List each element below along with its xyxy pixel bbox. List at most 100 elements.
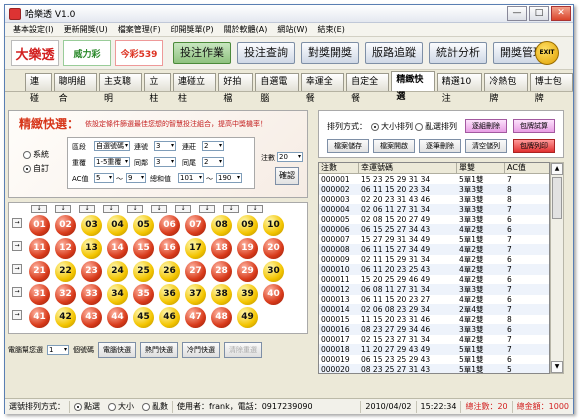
lotto-ball[interactable]: 01 bbox=[29, 215, 50, 236]
lotto-ball[interactable]: 08 bbox=[211, 215, 232, 236]
lotto-ball[interactable]: 17 bbox=[185, 238, 206, 259]
menu-about[interactable]: 關於軟體(A) bbox=[224, 24, 268, 35]
lotto-ball[interactable]: 07 bbox=[185, 215, 206, 236]
status-radio-random[interactable]: 亂數 bbox=[142, 401, 168, 413]
lotto-ball[interactable]: 11 bbox=[29, 238, 50, 259]
lotto-ball[interactable]: 12 bbox=[55, 238, 76, 259]
delete-row-button[interactable]: 逐筆刪除 bbox=[419, 139, 461, 153]
header-ac[interactable]: AC值 bbox=[505, 163, 549, 174]
lotto-ball[interactable]: 20 bbox=[263, 238, 284, 259]
tab-good-partner[interactable]: 好拍檔 bbox=[218, 73, 254, 104]
confirm-button[interactable]: 確認 bbox=[275, 167, 299, 185]
statistics-button[interactable]: 統計分析 bbox=[429, 42, 487, 64]
tab-self-pick[interactable]: 自選電腦 bbox=[255, 73, 299, 104]
clear-list-button[interactable]: 清空儲列 bbox=[465, 139, 507, 153]
ac-max-select[interactable]: 9 bbox=[126, 173, 146, 183]
consecutive-select[interactable]: 3 bbox=[154, 141, 176, 151]
sum-min-select[interactable]: 101 bbox=[178, 173, 204, 183]
lotto-ball[interactable]: 40 bbox=[263, 284, 284, 305]
cold-pick-button[interactable]: 冷門快選 bbox=[182, 342, 220, 358]
radio-system[interactable]: 系統 bbox=[23, 149, 49, 160]
lotto-ball[interactable]: 25 bbox=[133, 261, 154, 282]
lotto-ball[interactable]: 05 bbox=[133, 215, 154, 236]
lotto-ball[interactable]: 35 bbox=[133, 284, 154, 305]
status-radio-order[interactable]: 點選 bbox=[74, 401, 100, 413]
status-radio-random-dot[interactable] bbox=[142, 402, 150, 411]
header-bet-no[interactable]: 注數 bbox=[319, 163, 359, 174]
lotto-ball[interactable]: 24 bbox=[107, 261, 128, 282]
lotto-ball[interactable]: 48 bbox=[211, 307, 232, 328]
sum-max-select[interactable]: 190 bbox=[216, 173, 242, 183]
menu-website[interactable]: 網站(W) bbox=[277, 24, 307, 35]
lotto-ball[interactable]: 27 bbox=[185, 261, 206, 282]
column-select-arrow[interactable]: ↓ bbox=[151, 205, 167, 213]
exit-button[interactable]: EXIT bbox=[535, 41, 559, 65]
lotto-ball[interactable]: 31 bbox=[29, 284, 50, 305]
table-row[interactable]: 000020 08 23 25 27 31 43 5單1雙 5 bbox=[319, 364, 549, 373]
minimize-button[interactable]: — bbox=[507, 6, 527, 21]
close-button[interactable]: ✕ bbox=[551, 6, 571, 21]
tab-main-smart[interactable]: 主支聰明 bbox=[99, 73, 143, 104]
lotto-ball[interactable]: 46 bbox=[159, 307, 180, 328]
file-open-button[interactable]: 檔案開啟 bbox=[373, 139, 415, 153]
lotto-ball[interactable]: 02 bbox=[55, 215, 76, 236]
zone-select[interactable]: 自選號碼 bbox=[94, 141, 130, 151]
lotto-logo[interactable]: 大樂透 bbox=[11, 40, 59, 66]
header-numbers[interactable]: 幸運號碼 bbox=[359, 163, 457, 174]
duplicate-select[interactable]: 1-5重覆 bbox=[94, 157, 130, 167]
lotto-ball[interactable]: 43 bbox=[81, 307, 102, 328]
tab-pillar[interactable]: 立柱 bbox=[144, 73, 172, 104]
lotto-ball[interactable]: 41 bbox=[29, 307, 50, 328]
maximize-button[interactable]: □ bbox=[529, 6, 549, 21]
lotto-ball[interactable]: 15 bbox=[133, 238, 154, 259]
lotto-ball[interactable]: 36 bbox=[159, 284, 180, 305]
column-select-arrow[interactable]: ↓ bbox=[31, 205, 47, 213]
clear-button[interactable]: 清除重選 bbox=[224, 342, 262, 358]
lotto-ball[interactable]: 10 bbox=[263, 215, 284, 236]
lotto-ball[interactable]: 49 bbox=[237, 307, 258, 328]
row-select-arrow[interactable]: → bbox=[12, 218, 22, 228]
lotto-ball[interactable]: 09 bbox=[237, 215, 258, 236]
table-scrollbar[interactable]: ▲ ▼ bbox=[550, 162, 564, 374]
same-tail-select[interactable]: 2 bbox=[202, 157, 224, 167]
menu-update-draw[interactable]: 更新開獎(U) bbox=[64, 24, 108, 35]
radio-sort-random-dot[interactable] bbox=[415, 122, 423, 131]
radio-sort-size-dot[interactable] bbox=[371, 122, 379, 131]
bet-count-select[interactable]: 20 bbox=[277, 152, 303, 162]
file-save-button[interactable]: 檔案儲存 bbox=[327, 139, 369, 153]
bet-query-button[interactable]: 投注查詢 bbox=[237, 42, 295, 64]
lotto-ball[interactable]: 06 bbox=[159, 215, 180, 236]
lotto-ball[interactable]: 19 bbox=[237, 238, 258, 259]
lotto-ball[interactable]: 33 bbox=[81, 284, 102, 305]
tab-top10[interactable]: 精選10注 bbox=[436, 73, 483, 104]
radio-system-dot[interactable] bbox=[23, 150, 31, 159]
column-select-arrow[interactable]: ↓ bbox=[79, 205, 95, 213]
menu-print[interactable]: 印開獎單(P) bbox=[171, 24, 214, 35]
radio-custom-dot[interactable] bbox=[23, 164, 31, 173]
radio-custom[interactable]: 自訂 bbox=[23, 163, 49, 174]
menu-basic-settings[interactable]: 基本設定(I) bbox=[13, 24, 54, 35]
repeat-draw-select[interactable]: 2 bbox=[202, 141, 224, 151]
row-select-arrow[interactable]: → bbox=[12, 264, 22, 274]
lotto-ball[interactable]: 14 bbox=[107, 238, 128, 259]
power-logo[interactable]: 威力彩 bbox=[63, 40, 111, 66]
hot-pick-button[interactable]: 熱門快選 bbox=[140, 342, 178, 358]
betting-button[interactable]: 投注作業 bbox=[173, 42, 231, 64]
tab-smart-combo[interactable]: 聰明組合 bbox=[53, 73, 98, 104]
column-select-arrow[interactable]: ↓ bbox=[103, 205, 119, 213]
column-select-arrow[interactable]: ↓ bbox=[55, 205, 71, 213]
lotto-ball[interactable]: 44 bbox=[107, 307, 128, 328]
lotto-ball[interactable]: 29 bbox=[237, 261, 258, 282]
scroll-down-icon[interactable]: ▼ bbox=[551, 361, 563, 373]
column-select-arrow[interactable]: ↓ bbox=[247, 205, 263, 213]
539-logo[interactable]: 今彩539 bbox=[115, 40, 163, 66]
pick-count-select[interactable]: 1 bbox=[47, 345, 69, 355]
lotto-ball[interactable]: 47 bbox=[185, 307, 206, 328]
package-print-button[interactable]: 包牌列印 bbox=[513, 139, 555, 153]
lotto-ball[interactable]: 04 bbox=[107, 215, 128, 236]
lotto-ball[interactable]: 22 bbox=[55, 261, 76, 282]
lotto-ball[interactable]: 16 bbox=[159, 238, 180, 259]
column-select-arrow[interactable]: ↓ bbox=[199, 205, 215, 213]
lotto-ball[interactable]: 30 bbox=[263, 261, 284, 282]
lotto-ball[interactable]: 38 bbox=[211, 284, 232, 305]
